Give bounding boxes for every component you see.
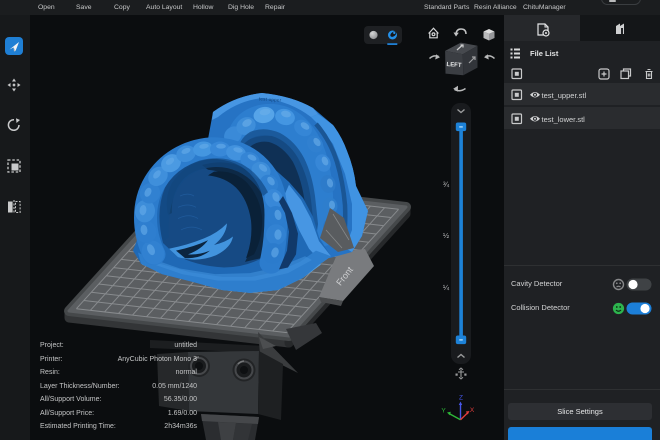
svg-text:½: ½: [443, 231, 450, 240]
svg-text:test_upper.stl: test_upper.stl: [542, 91, 587, 100]
svg-text:Z: Z: [459, 395, 463, 402]
svg-text:¾: ¾: [443, 180, 450, 189]
svg-text:test_lower.stl: test_lower.stl: [542, 115, 586, 124]
svg-text:LEFT: LEFT: [446, 62, 462, 69]
svg-text:File List: File List: [530, 49, 559, 58]
svg-text:¼: ¼: [443, 283, 450, 292]
svg-text:X: X: [470, 407, 475, 414]
svg-text:Y: Y: [441, 408, 446, 415]
